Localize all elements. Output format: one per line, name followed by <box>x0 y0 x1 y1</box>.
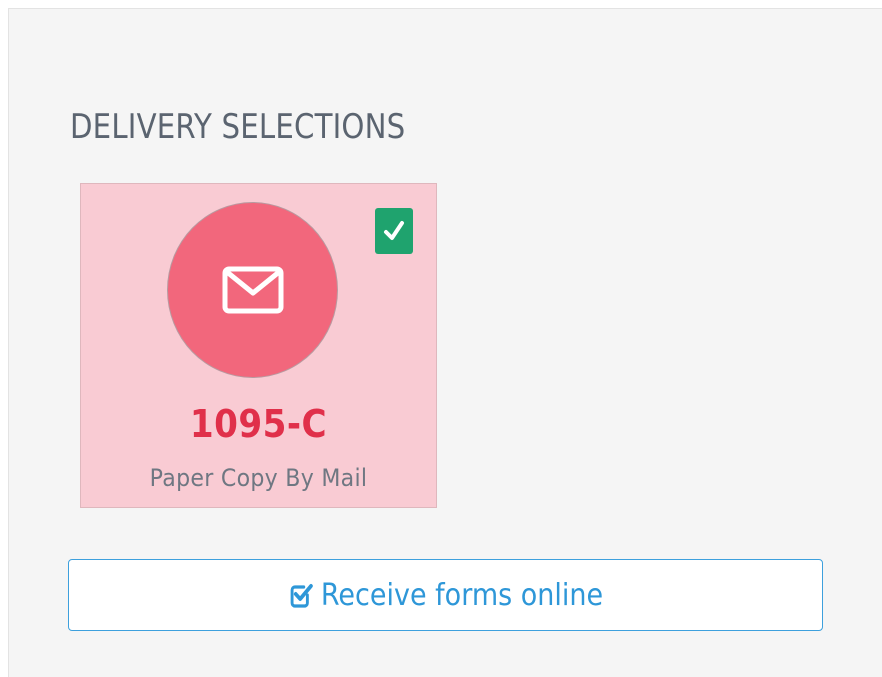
envelope-icon <box>222 266 283 314</box>
receive-forms-online-label: Receive forms online <box>320 577 603 613</box>
selected-checkbox[interactable] <box>375 208 413 254</box>
envelope-icon-circle <box>167 202 338 378</box>
delivery-panel: DELIVERY SELECTIONS 1095-C Paper Copy By… <box>8 8 882 677</box>
section-title: DELIVERY SELECTIONS <box>70 107 406 147</box>
receive-forms-online-button[interactable]: Receive forms online <box>68 559 823 631</box>
form-code: 1095-C <box>189 402 328 446</box>
button-content: Receive forms online <box>288 578 603 613</box>
delivery-option-card[interactable]: 1095-C Paper Copy By Mail <box>80 183 437 508</box>
checkmark-icon <box>384 221 404 240</box>
checked-square-icon <box>288 581 313 609</box>
delivery-method-label: Paper Copy By Mail <box>149 464 368 492</box>
